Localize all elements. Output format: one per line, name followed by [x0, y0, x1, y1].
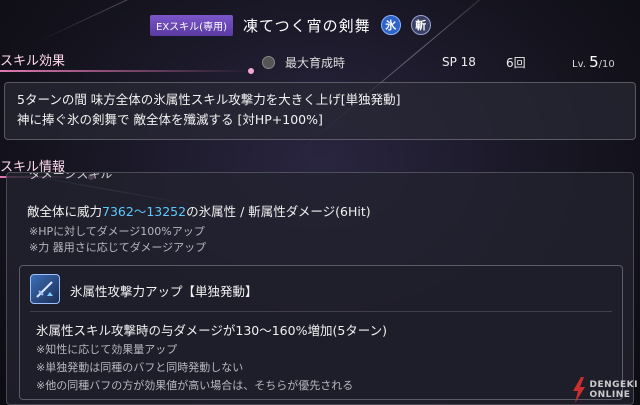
skill-info-panel[interactable]: ダメージスキル 敵全体に威力7362〜13252の氷属性 / 斬属性ダメージ(6… [6, 172, 634, 405]
effect-line: 神に捧ぐ氷の剣舞で 敵全体を殲滅する [対HP+100%] [17, 112, 323, 127]
sub-effect-note: ※単独発動は同種のバフと同時発動しない [36, 361, 244, 374]
sp-cost: SP 18 [442, 55, 476, 69]
skill-level: Lv. 5/10 [572, 53, 615, 71]
watermark-line: DENGEKI [589, 380, 638, 390]
dengeki-online-watermark: DENGEKI ONLINE [572, 377, 638, 403]
damage-note: ※力 器用さに応じてダメージアップ [29, 241, 207, 254]
level-max: /10 [598, 59, 615, 70]
max-growth-toggle[interactable] [262, 55, 275, 69]
section-title-skill-effect: スキル効果 [0, 54, 66, 69]
skill-header: EXスキル(専用) 凍てつく宵の剣舞 氷 斬 [150, 10, 431, 40]
skill-name: 凍てつく宵の剣舞 [242, 16, 371, 35]
max-growth-label: 最大育成時 [285, 55, 346, 70]
skill-stats-row: 最大育成時 SP 18 6回 Lv. 5/10 [262, 52, 634, 72]
sub-effect-card: 氷属性攻撃力アップ【単独発動】 氷属性スキル攻撃時の与ダメージが130〜160%… [19, 265, 623, 400]
section-underline [0, 70, 250, 72]
ice-element-icon: 氷 [380, 15, 401, 35]
sword-buff-icon [30, 274, 60, 304]
sub-effect-title: 氷属性攻撃力アップ【単独発動】 [70, 284, 258, 299]
watermark-line: ONLINE [589, 390, 631, 400]
sub-effect-note: ※知性に応じて効果量アップ [36, 343, 178, 356]
damage-skill-heading: ダメージスキル [29, 172, 113, 181]
damage-description: 敵全体に威力7362〜13252の氷属性 / 斬属性ダメージ(6Hit) [27, 201, 371, 220]
skill-effect-box: 5ターンの間 味方全体の氷属性スキル攻撃力を大きく上げ[単独発動] 神に捧ぐ氷の… [4, 82, 636, 140]
lightning-logo-icon [573, 377, 586, 403]
ex-skill-tag: EXスキル(専用) [150, 14, 233, 36]
sub-effect-description: 氷属性スキル攻撃時の与ダメージが130〜160%増加(5ターン) [36, 323, 388, 338]
sub-effect-note: ※他の同種バフの方が効果値が高い場合は、そちらが優先される [36, 379, 354, 392]
damage-prefix: 敵全体に威力 [27, 204, 103, 219]
divider [30, 311, 612, 312]
section-underline-dot [248, 68, 254, 74]
level-prefix: Lv. [572, 59, 586, 70]
damage-suffix: の氷属性 / 斬属性ダメージ(6Hit) [186, 204, 371, 219]
section-skill-effect: スキル効果 [0, 50, 254, 74]
effect-line: 5ターンの間 味方全体の氷属性スキル攻撃力を大きく上げ[単独発動] [17, 92, 401, 107]
slash-element-icon: 斬 [410, 15, 431, 35]
watermark-text: DENGEKI ONLINE [589, 380, 638, 400]
use-count: 6回 [506, 55, 526, 70]
level-current: 5 [589, 53, 599, 71]
damage-range: 7362〜13252 [102, 204, 187, 219]
damage-note: ※HPに対してダメージ100%アップ [29, 225, 205, 238]
